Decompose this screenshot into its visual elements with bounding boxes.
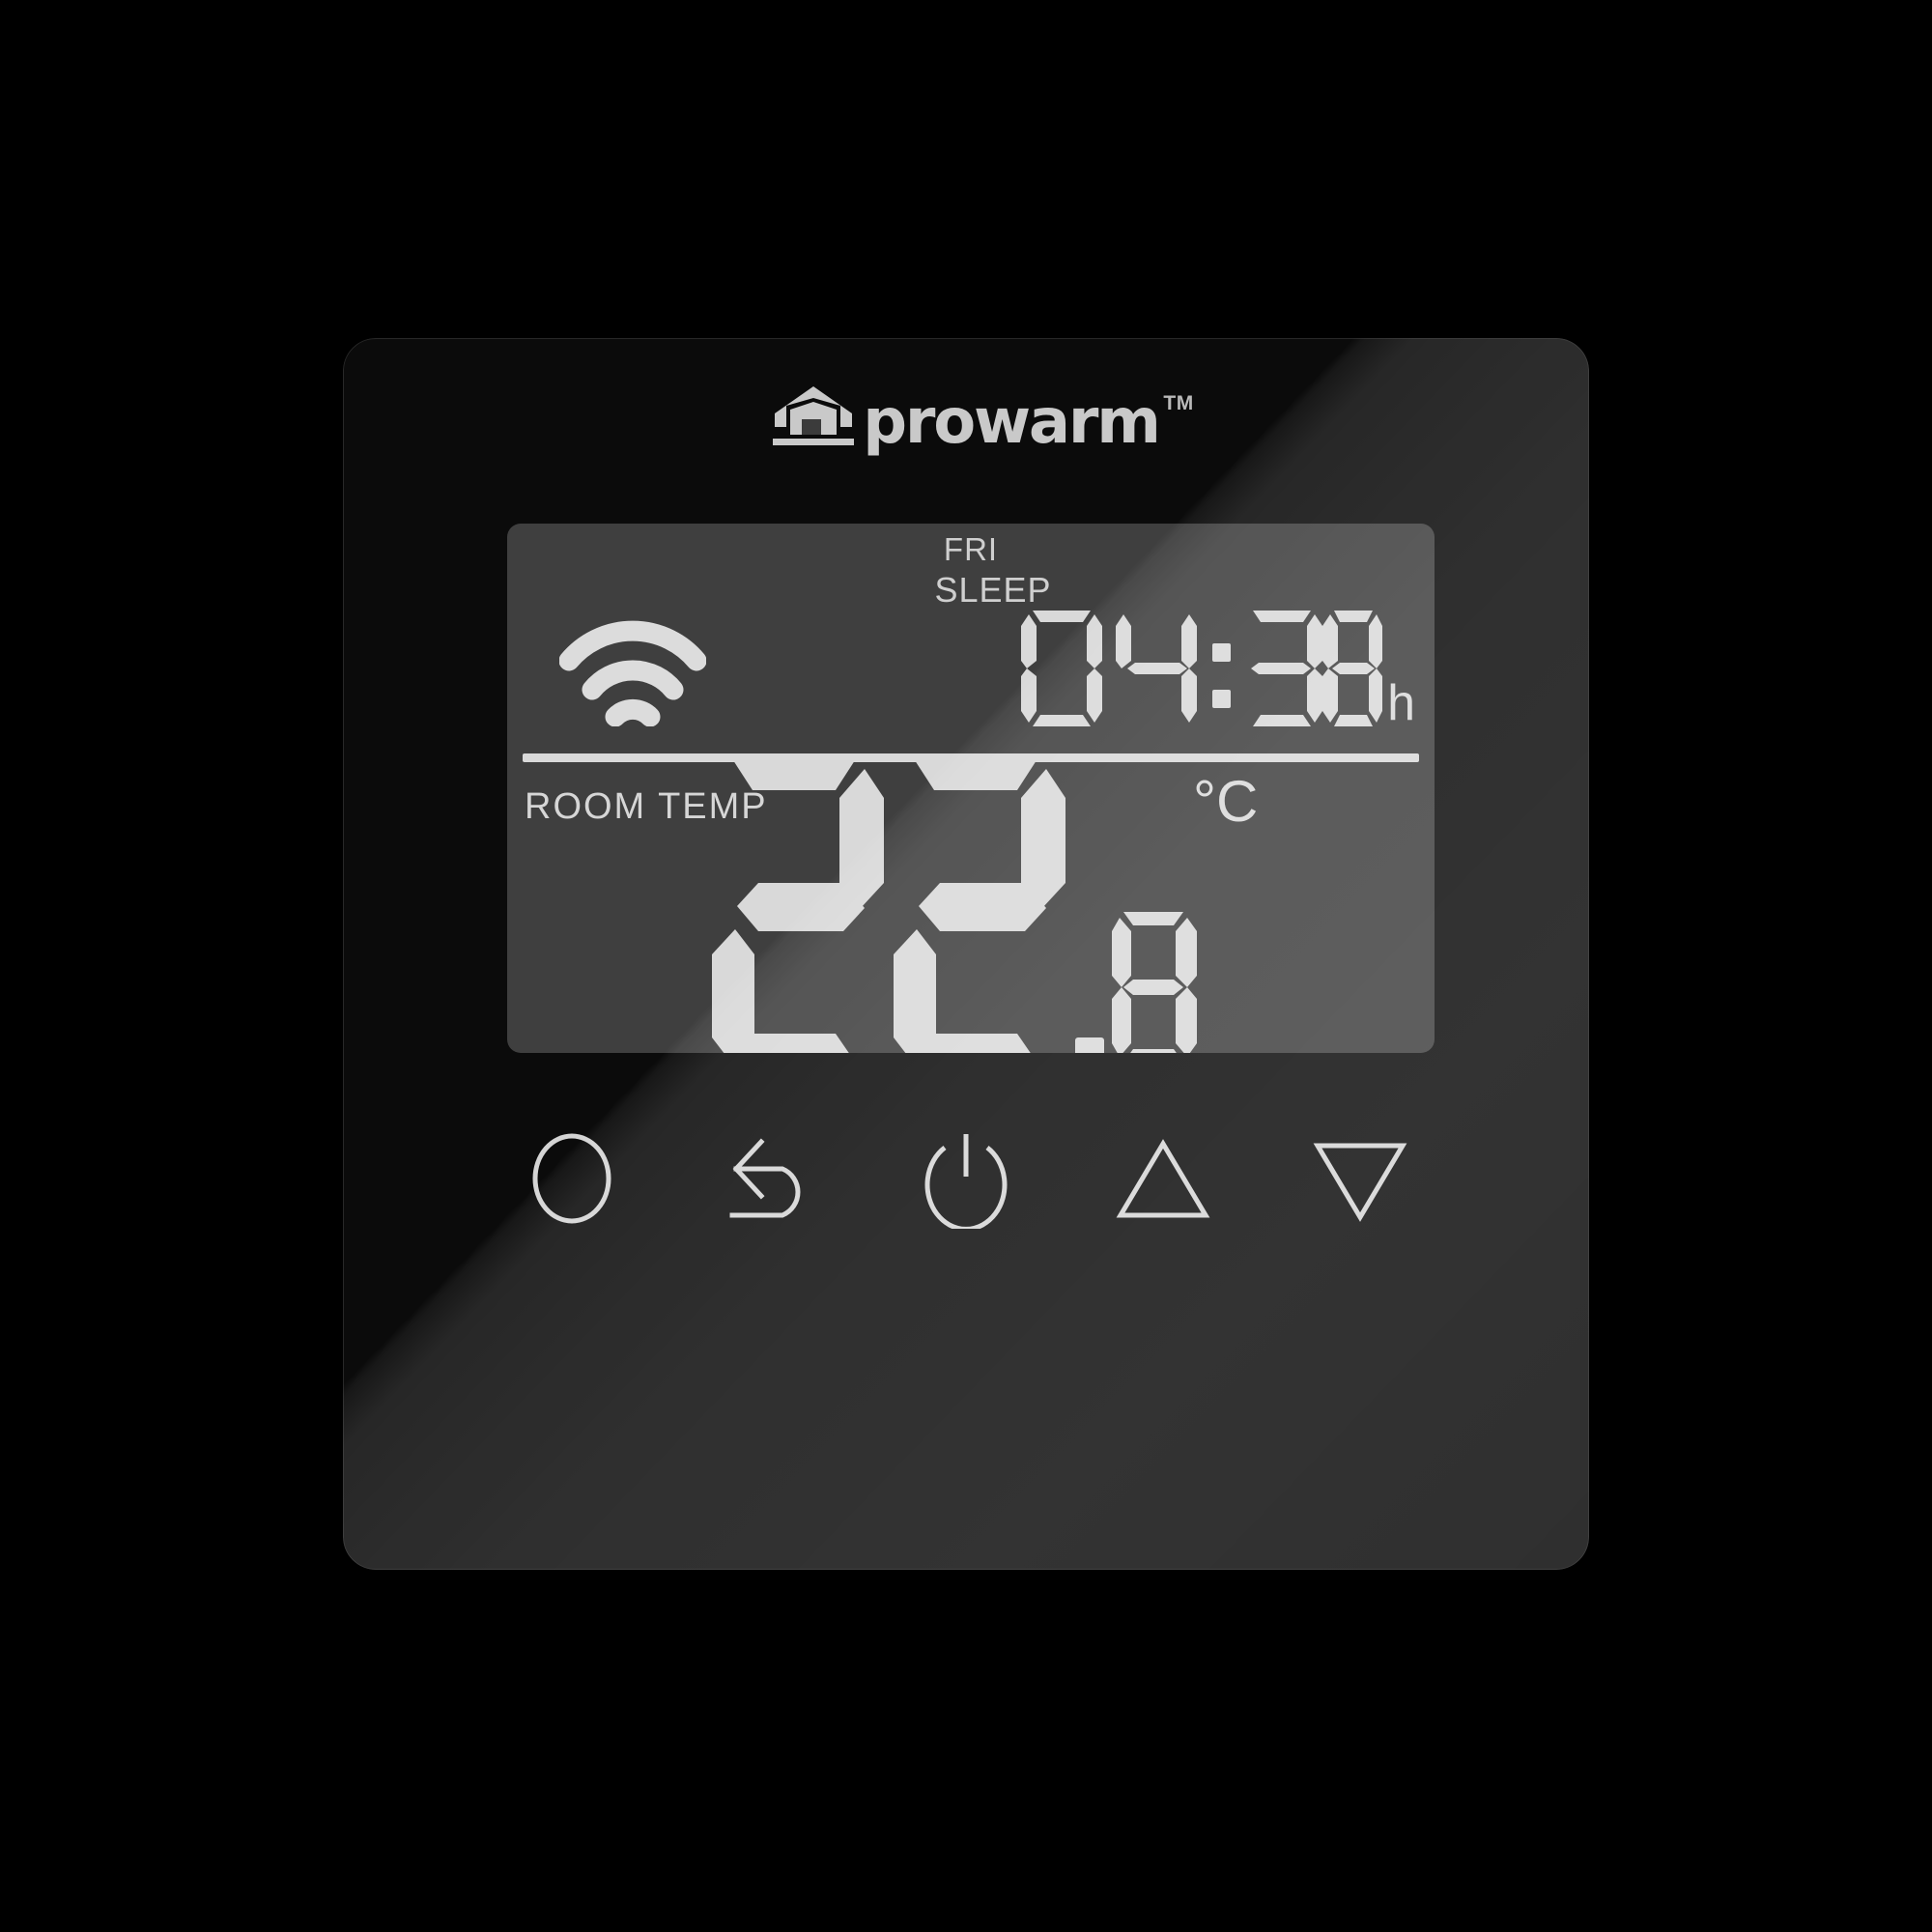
screenshot-canvas: prowarm TM FRI SLEEP h ROOM TEMP °C: [0, 0, 1932, 1932]
day-label: FRI: [943, 531, 999, 567]
clock-unit-label: h: [1387, 675, 1415, 731]
clock-digits: [1019, 605, 1383, 732]
up-button[interactable]: [1105, 1122, 1221, 1238]
back-button[interactable]: [711, 1122, 827, 1238]
temperature-unit: °C: [1193, 769, 1259, 834]
house-icon: [773, 384, 855, 451]
select-button[interactable]: [514, 1122, 630, 1238]
power-icon: [916, 1128, 1016, 1234]
triangle-down-icon: [1310, 1128, 1410, 1234]
triangle-up-icon: [1113, 1128, 1213, 1234]
power-button[interactable]: [908, 1122, 1024, 1238]
touch-key-row: [343, 1122, 1589, 1238]
brand-logo: prowarm TM: [343, 384, 1589, 459]
circle-icon: [522, 1128, 622, 1234]
trademark-mark: TM: [1163, 392, 1194, 415]
thermostat-device: prowarm TM FRI SLEEP h ROOM TEMP °C: [343, 338, 1589, 1570]
temperature-digits: [698, 748, 1201, 1053]
wifi-icon: [558, 618, 707, 731]
down-button[interactable]: [1302, 1122, 1418, 1238]
lcd-screen: FRI SLEEP h ROOM TEMP °C: [507, 524, 1435, 1053]
back-arrow-icon: [719, 1128, 819, 1234]
brand-name: prowarm: [863, 386, 1161, 459]
clock-display: h: [1019, 605, 1415, 732]
